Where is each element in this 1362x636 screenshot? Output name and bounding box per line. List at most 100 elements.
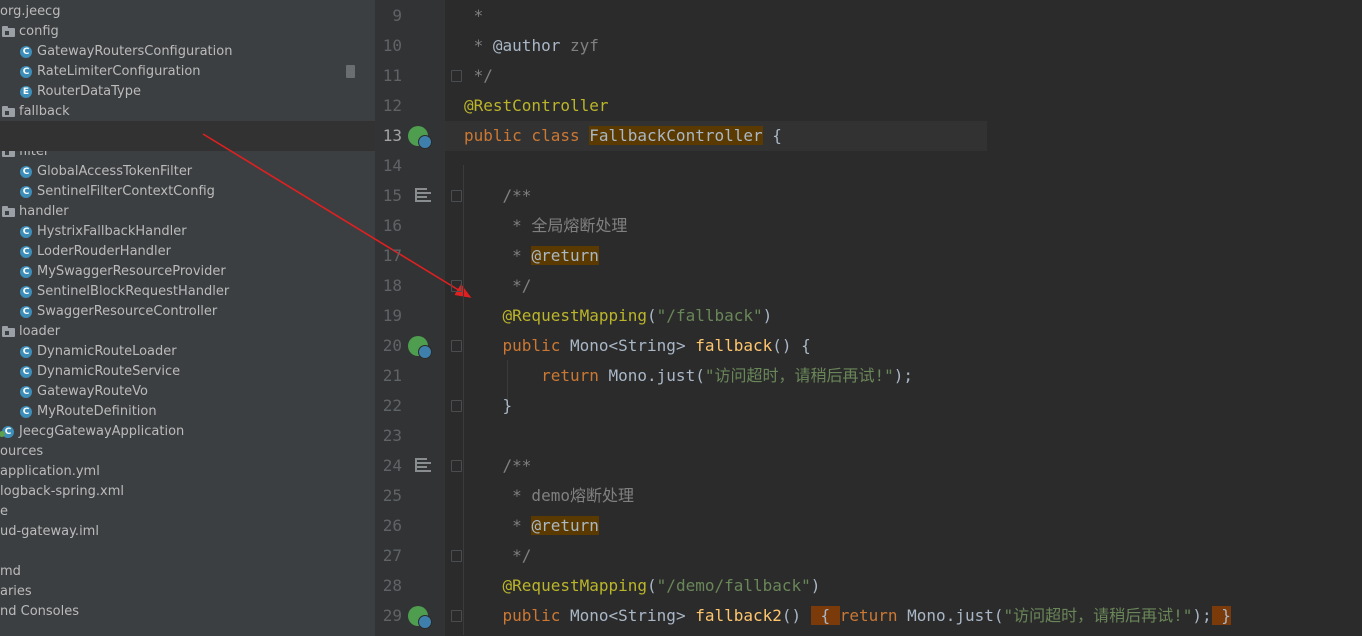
fold-marker[interactable] [451,400,462,412]
line-number: 12 [382,96,402,115]
tree-item[interactable]: C DynamicRouteService [0,362,375,382]
tree-item-label: SentinelFilterContextConfig [37,184,215,199]
code-token: } [464,396,513,415]
tree-item[interactable]: logback-spring.xml [0,482,375,502]
code-line[interactable]: @RequestMapping("/demo/fallback") [464,571,821,601]
javadoc-icon[interactable] [415,458,433,474]
code-token: < [608,336,619,355]
fold-marker[interactable] [451,550,462,562]
folder-icon [2,206,15,217]
code-line[interactable]: * demo熔断处理 [464,481,634,511]
spring-web-icon[interactable] [408,606,432,629]
code-token: "访问超时，请稍后再试!" [1003,606,1193,625]
code-token: } [1211,606,1231,625]
fold-marker[interactable] [451,460,462,472]
tree-item[interactable]: C GlobalAccessTokenFilter [0,162,375,182]
code-token: * [464,516,532,535]
tree-item[interactable]: loader [0,322,375,342]
fold-marker[interactable] [451,70,462,82]
code-token: ); [893,366,913,385]
tree-item-label: loader [19,324,61,339]
tree-item[interactable]: C JeecgGatewayApplication [0,422,375,442]
tree-item[interactable]: C HystrixFallbackHandler [0,222,375,242]
tree-item[interactable]: config [0,22,375,42]
line-number: 16 [382,216,402,235]
code-line[interactable]: * 全局熔断处理 [464,211,627,241]
tree-item[interactable]: ud-gateway.iml [0,522,375,542]
tree-item[interactable]: C DynamicRouteLoader [0,342,375,362]
code-line[interactable]: * @return [464,511,599,541]
tree-item[interactable]: E RouterDataType [0,82,375,102]
class-icon: C [20,386,32,398]
tree-item-label: org.jeecg [0,4,61,19]
javadoc-bar [415,462,431,464]
tree-item[interactable]: handler [0,202,375,222]
javadoc-bar [415,188,417,202]
spring-web-icon[interactable] [408,336,432,359]
tree-item-label: MySwaggerResourceProvider [37,264,226,279]
line-number: 25 [382,486,402,505]
code-line[interactable]: * [464,1,484,31]
code-line[interactable]: */ [464,271,531,301]
code-token: @return [531,246,599,265]
code-line[interactable]: * @return [464,241,599,271]
line-number: 11 [382,66,402,85]
tree-item[interactable]: C SentinelFilterContextConfig [0,182,375,202]
spring-bean-icon[interactable] [408,126,432,149]
line-number: 13 [382,126,402,145]
javadoc-icon[interactable] [415,188,433,204]
project-tree[interactable]: org.jeecg config C GatewayRoutersConfigurat… [0,0,375,636]
tree-item[interactable]: application.yml [0,462,375,482]
tree-item-label: HystrixFallbackHandler [37,224,187,239]
tree-item[interactable]: C MyRouteDefinition [0,402,375,422]
code-token: fallback2 [695,606,782,625]
tree-item[interactable]: C SentinelBlockRequestHandler [0,282,375,302]
code-line[interactable]: } [464,391,513,421]
fold-marker[interactable] [451,190,462,202]
tree-item[interactable] [0,542,375,562]
code-line[interactable]: @RestController [464,91,609,121]
tree-item[interactable]: C GatewayRoutersConfiguration [0,42,375,62]
tree-item[interactable]: C GatewayRouteVo [0,382,375,402]
code-line[interactable]: return Mono.just("访问超时，请稍后再试!"); [464,361,913,391]
code-token: ) [810,576,821,595]
code-line[interactable]: public Mono<String> fallback() { [464,331,811,361]
code-token: ( [647,306,657,325]
code-line[interactable]: /** [464,451,532,481]
fold-marker[interactable] [451,610,462,622]
code-line[interactable]: */ [464,541,531,571]
tree-item[interactable]: fallback [0,102,375,122]
tree-item[interactable]: nd Consoles [0,602,375,622]
code-line[interactable]: */ [464,61,493,91]
class-icon: C [20,246,32,258]
fold-marker[interactable] [451,280,462,292]
tree-item-label: nd Consoles [0,604,80,619]
tree-item[interactable]: C LoderRouderHandler [0,242,375,262]
tree-item[interactable]: ources [0,442,375,462]
tree-item-label: fallback [19,104,70,119]
code-token: () [781,606,811,625]
tree-item[interactable]: md [0,562,375,582]
code-token: String [618,336,676,355]
code-token: * [464,36,493,55]
code-line[interactable]: * @author zyf [464,31,599,61]
tree-item[interactable]: e [0,502,375,522]
line-number: 17 [382,246,402,265]
tree-item[interactable]: C SwaggerResourceController [0,302,375,322]
tree-item[interactable]: C MySwaggerResourceProvider [0,262,375,282]
tree-item[interactable]: org.jeecg [0,2,375,22]
class-icon: C [20,46,32,58]
code-line[interactable]: /** [464,181,532,211]
tree-item[interactable]: C RateLimiterConfiguration [0,62,375,82]
tree-item[interactable]: aries [0,582,375,602]
code-token: { [762,126,782,145]
code-token: > [675,606,696,625]
tree-item-label: ud-gateway.iml [0,524,99,539]
code-line[interactable]: @RequestMapping("/fallback") [464,301,773,331]
code-line[interactable]: public Mono<String> fallback2() { return… [464,601,1231,631]
folder-icon [2,106,15,117]
fold-marker[interactable] [451,340,462,352]
folder-icon [2,26,15,37]
code-line[interactable]: public class FallbackController { [464,121,782,151]
code-token: .just( [647,366,705,385]
